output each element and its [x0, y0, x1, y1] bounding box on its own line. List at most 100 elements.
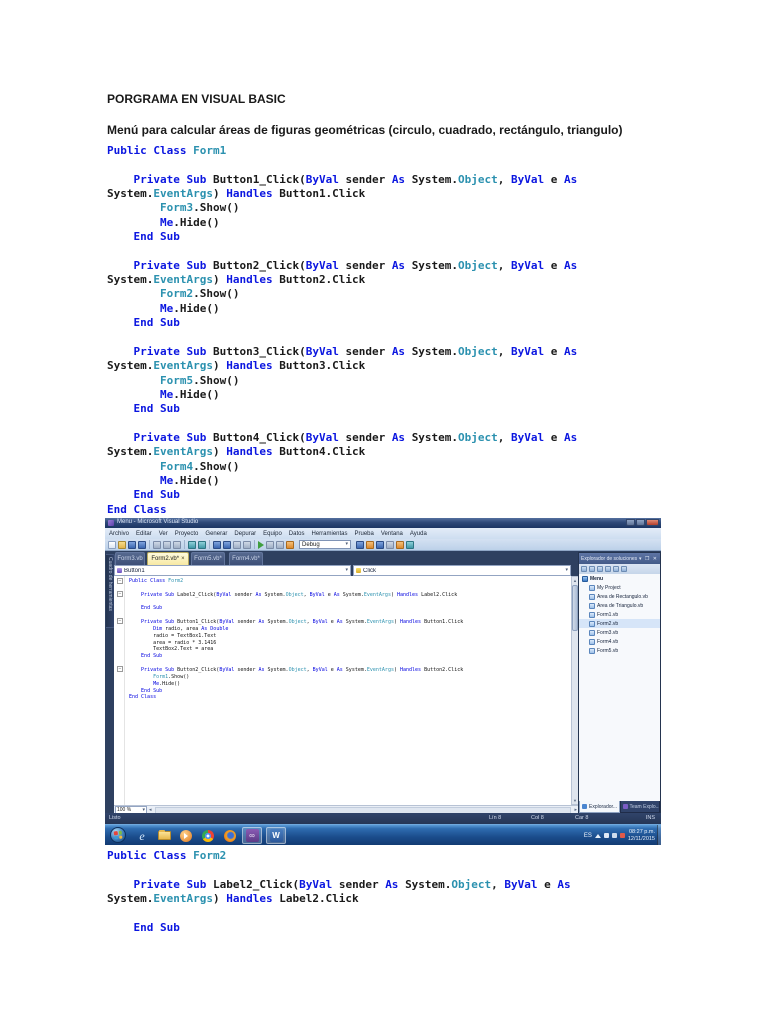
menu-prueba[interactable]: Prueba [355, 531, 374, 537]
solution-explorer-icon[interactable] [366, 541, 374, 549]
object-dropdown-value: Button1 [124, 568, 343, 574]
tree-item-form1[interactable]: Form1.vb [579, 610, 660, 619]
action-center-flag-icon[interactable] [620, 833, 625, 838]
start-button[interactable] [110, 827, 126, 843]
visual-studio-taskbar-icon[interactable]: ∞ [242, 827, 262, 844]
tab-form5[interactable]: Form5.vb* [191, 552, 225, 565]
navigate-forward-icon[interactable] [243, 541, 251, 549]
network-icon[interactable] [612, 833, 617, 838]
navigate-back-icon[interactable] [233, 541, 241, 549]
menu-proyecto[interactable]: Proyecto [175, 531, 199, 537]
fold-toggle-icon[interactable]: − [117, 666, 123, 672]
file-explorer-icon[interactable] [154, 827, 174, 844]
tree-item-form4[interactable]: Form4.vb [579, 637, 660, 646]
properties-icon[interactable] [581, 566, 587, 572]
solution-explorer-titlebar[interactable]: Explorador de soluciones ▾ ❐ ✕ [579, 553, 660, 564]
vs-titlebar[interactable]: Menu - Microsoft Visual Studio [105, 518, 661, 528]
vb-file-icon [589, 621, 595, 627]
panel-window-icons[interactable]: ▾ ❐ ✕ [639, 556, 658, 562]
comment-icon[interactable] [188, 541, 196, 549]
save-all-icon[interactable] [138, 541, 146, 549]
scroll-right-icon[interactable]: ▸ [574, 808, 577, 813]
tab-form3-label: Form3.vb [117, 556, 142, 562]
page-title: PORGRAMA EN VISUAL BASIC [107, 92, 286, 106]
fold-toggle-icon[interactable]: − [117, 578, 123, 584]
tree-item-form3[interactable]: Form3.vb [579, 628, 660, 637]
menu-editar[interactable]: Editar [136, 531, 152, 537]
stop-icon[interactable] [276, 541, 284, 549]
object-dropdown[interactable]: Button1 ▾ [114, 565, 351, 576]
find-icon[interactable] [356, 541, 364, 549]
internet-explorer-icon[interactable]: e [132, 827, 152, 844]
firefox-icon[interactable] [220, 827, 240, 844]
project-name: Menu [590, 576, 603, 582]
menu-herramientas[interactable]: Herramientas [311, 531, 347, 537]
solution-explorer-panel: Explorador de soluciones ▾ ❐ ✕ Menu My P… [578, 552, 661, 813]
tab-close-icon[interactable]: × [181, 556, 185, 562]
tree-item-my-project[interactable]: My Project [579, 583, 660, 592]
word-taskbar-icon[interactable]: W [266, 827, 286, 844]
event-dropdown[interactable]: Click ▾ [353, 565, 571, 576]
paste-icon[interactable] [173, 541, 181, 549]
properties-window-icon[interactable] [376, 541, 384, 549]
start-debug-icon[interactable] [258, 541, 264, 549]
media-player-icon[interactable] [176, 827, 196, 844]
tree-item-form5[interactable]: Form5.vb [579, 646, 660, 655]
tree-item-project[interactable]: Menu [579, 574, 660, 583]
tray-expand-icon[interactable] [595, 834, 601, 838]
undo-icon[interactable] [213, 541, 221, 549]
tab-form4[interactable]: Form4.vb* [229, 552, 263, 565]
vb-project-icon [582, 576, 588, 582]
taskbar-clock[interactable]: 08:27 p.m. 12/11/2015 [628, 829, 655, 843]
object-browser-icon[interactable] [386, 541, 394, 549]
menu-ventana[interactable]: Ventana [381, 531, 403, 537]
show-all-files-icon[interactable] [589, 566, 595, 572]
scroll-left-icon[interactable]: ◂ [149, 808, 152, 813]
debug-combo-label: Debug [302, 542, 320, 548]
volume-icon[interactable] [604, 833, 609, 838]
redo-icon[interactable] [223, 541, 231, 549]
view-diagram-icon[interactable] [621, 566, 627, 572]
menu-archivo[interactable]: Archivo [109, 531, 129, 537]
menu-datos[interactable]: Datos [289, 531, 305, 537]
vb-file-icon [589, 648, 595, 654]
menu-ayuda[interactable]: Ayuda [410, 531, 427, 537]
show-desktop-button[interactable] [657, 825, 661, 845]
minimize-button[interactable] [626, 519, 635, 526]
open-file-icon[interactable] [118, 541, 126, 549]
step-over-icon[interactable] [286, 541, 294, 549]
view-designer-icon[interactable] [613, 566, 619, 572]
menu-depurar[interactable]: Depurar [234, 531, 256, 537]
tab-solution-explorer[interactable]: Explorador... [579, 801, 620, 813]
language-indicator[interactable]: ES [584, 833, 592, 839]
toolbox-icon[interactable] [396, 541, 404, 549]
fold-toggle-icon[interactable]: − [117, 618, 123, 624]
solution-explorer-tab-icon [582, 804, 587, 809]
tab-form5-label: Form5.vb* [194, 556, 222, 562]
menu-generar[interactable]: Generar [205, 531, 227, 537]
copy-icon[interactable] [163, 541, 171, 549]
cut-icon[interactable] [153, 541, 161, 549]
refresh-icon[interactable] [597, 566, 603, 572]
fold-toggle-icon[interactable]: − [117, 591, 123, 597]
error-list-icon[interactable] [406, 541, 414, 549]
tab-team-explorer[interactable]: Team Explo... [620, 801, 661, 813]
tab-form3[interactable]: Form3.vb [115, 552, 145, 565]
save-icon[interactable] [128, 541, 136, 549]
chrome-icon[interactable] [198, 827, 218, 844]
close-button[interactable] [646, 519, 659, 526]
tab-form2-active[interactable]: Form2.vb* × [147, 552, 189, 565]
menu-equipo[interactable]: Equipo [263, 531, 282, 537]
uncomment-icon[interactable] [198, 541, 206, 549]
solution-explorer-toolbar [579, 564, 660, 574]
maximize-button[interactable] [636, 519, 645, 526]
break-icon[interactable] [266, 541, 274, 549]
tree-item-area-rectangulo[interactable]: Area de Rectangulo.vb [579, 592, 660, 601]
new-file-icon[interactable] [108, 541, 116, 549]
menu-ver[interactable]: Ver [159, 531, 168, 537]
view-code-icon[interactable] [605, 566, 611, 572]
tree-item-area-triangulo[interactable]: Area de Triangulo.vb [579, 601, 660, 610]
code-editor[interactable]: − − − − Public Class Form2 Private Sub L… [114, 576, 571, 805]
tree-item-form2[interactable]: Form2.vb [579, 619, 660, 628]
debug-configuration-combo[interactable]: Debug ▾ [299, 540, 351, 549]
